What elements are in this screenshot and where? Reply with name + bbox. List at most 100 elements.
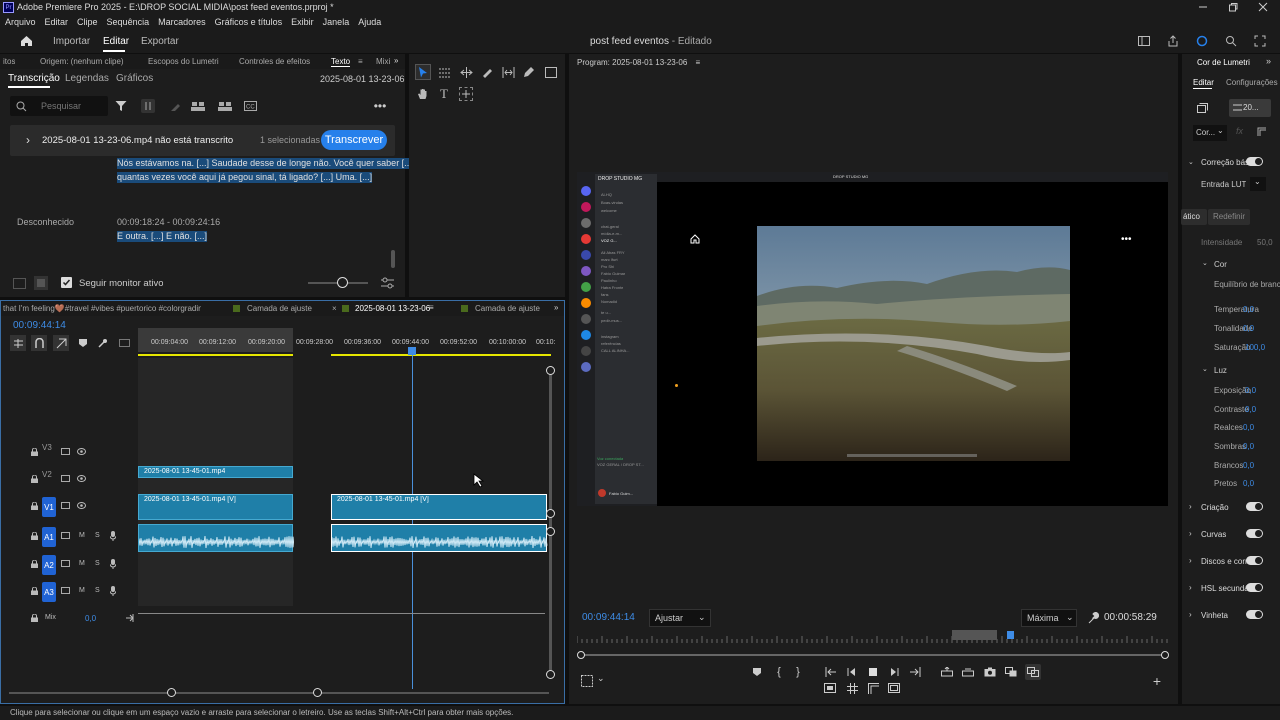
tab-export[interactable]: Exportar: [141, 36, 179, 47]
section-toggle[interactable]: [1246, 529, 1263, 538]
subtab-captions[interactable]: Legendas: [65, 73, 109, 84]
track-target[interactable]: A2: [42, 555, 56, 575]
scroll-handle[interactable]: [546, 509, 555, 518]
sequence-tab[interactable]: Camada de ajuste: [475, 304, 540, 313]
microphone-icon[interactable]: [110, 586, 116, 596]
whites-value[interactable]: 0,0: [1243, 461, 1254, 470]
section-toggle[interactable]: [1246, 556, 1263, 565]
search-input[interactable]: Pesquisar: [41, 101, 81, 111]
lumetri-title[interactable]: Cor de Lumetri: [1197, 58, 1250, 67]
wrench-icon[interactable]: [1086, 611, 1100, 625]
camera-icon[interactable]: [983, 665, 997, 679]
tab-import[interactable]: Importar: [53, 36, 90, 47]
tab-mixer[interactable]: Mixi: [376, 57, 390, 66]
horizontal-scrollbar[interactable]: [9, 692, 549, 694]
chevron-right-icon[interactable]: ›: [1189, 529, 1192, 538]
add-marker-icon[interactable]: [750, 665, 764, 679]
auto-button[interactable]: ático: [1181, 209, 1207, 225]
captions-icon[interactable]: [118, 337, 130, 349]
clip-v1[interactable]: 2025-08-01 13-45-01.mp4 [V]: [138, 494, 293, 520]
reset-button[interactable]: Redefinir: [1208, 209, 1250, 225]
slip-icon[interactable]: [501, 65, 515, 79]
contrast-value[interactable]: 0,0: [1245, 405, 1256, 414]
mute-button[interactable]: M: [79, 587, 85, 594]
scroll-handle[interactable]: [546, 527, 555, 536]
zoom-scrollbar[interactable]: [581, 654, 1166, 656]
solo-button[interactable]: S: [95, 560, 100, 567]
export-frame-icon[interactable]: [580, 674, 594, 688]
quality-dropdown[interactable]: Máxima ⌄: [1021, 609, 1077, 627]
tab-lumetri-scopes[interactable]: Escopos do Lumetri: [148, 57, 219, 66]
sequence-tab[interactable]: that I'm feeling🤎#travel #vibes #puertor…: [3, 304, 201, 313]
fullscreen-icon[interactable]: [1225, 35, 1237, 47]
selection-tool-icon[interactable]: [415, 64, 431, 80]
menu-item[interactable]: Exibir: [291, 15, 314, 29]
menu-item[interactable]: Gráficos e títulos: [215, 15, 283, 29]
linked-selection-icon[interactable]: [53, 335, 69, 351]
timeline-timecode[interactable]: 00:09:44:14: [13, 320, 66, 331]
sync-lock-icon[interactable]: [61, 448, 70, 455]
reset-icon[interactable]: [1256, 126, 1268, 138]
tab-text[interactable]: Texto: [331, 57, 351, 67]
lumetri-section-label[interactable]: Criação: [1201, 503, 1229, 512]
mark-out-icon[interactable]: }: [791, 665, 805, 679]
track-target[interactable]: V3: [42, 443, 52, 452]
temperature-value[interactable]: 0,0: [1243, 305, 1254, 314]
fullscreen-view-icon[interactable]: [887, 681, 901, 695]
mute-button[interactable]: M: [79, 532, 85, 539]
chevron-right-icon[interactable]: »: [394, 56, 398, 65]
split-icon[interactable]: [141, 99, 155, 113]
type-tool-icon[interactable]: T: [437, 86, 451, 101]
chevron-right-icon[interactable]: ›: [26, 133, 30, 147]
scroll-handle[interactable]: [167, 688, 176, 697]
pen-tool-icon[interactable]: [522, 65, 536, 79]
lumetri-section-label[interactable]: Vinheta: [1201, 611, 1228, 620]
menu-item[interactable]: Marcadores: [158, 15, 206, 29]
multicam-icon[interactable]: [1025, 664, 1041, 680]
razor-icon[interactable]: [480, 65, 494, 79]
transcribe-button[interactable]: Transcrever: [321, 130, 387, 150]
lumetri-section-label[interactable]: HSL secundár: [1201, 584, 1251, 593]
video-frame[interactable]: DROP STUDIO MG Al-HQ Boas-vindas welcome ch…: [577, 172, 1168, 506]
lock-icon[interactable]: [31, 448, 38, 456]
panel-menu-icon[interactable]: ≡: [358, 57, 363, 66]
clip-v2[interactable]: 2025-08-01 13-45-01.mp4: [138, 466, 293, 478]
clip-dropdown[interactable]: 20...: [1229, 99, 1271, 117]
transcript-line[interactable]: Nós estávamos na. [...] Saudade desse de…: [117, 158, 415, 169]
clip-a1[interactable]: [331, 524, 548, 552]
compare-icon[interactable]: [1004, 665, 1018, 679]
stop-icon[interactable]: [866, 665, 880, 679]
mark-in-icon[interactable]: {: [772, 665, 786, 679]
track-target[interactable]: A1: [42, 527, 56, 547]
track-target[interactable]: V1: [42, 497, 56, 517]
add-marker-icon[interactable]: [77, 337, 89, 349]
clip-v1[interactable]: 2025-08-01 13-45-01.mp4 [V]: [331, 494, 547, 520]
fx-icon[interactable]: fx: [1236, 126, 1243, 136]
subtab-transcript[interactable]: Transcrição: [8, 73, 60, 84]
sync-lock-icon[interactable]: [61, 560, 70, 567]
pen-icon[interactable]: [168, 99, 182, 113]
vertical-scrollbar[interactable]: [549, 366, 552, 676]
layout-icon[interactable]: [12, 276, 26, 290]
chevron-down-icon[interactable]: ⌄: [597, 673, 605, 684]
zoom-slider-handle[interactable]: [337, 277, 348, 288]
chevron-right-icon[interactable]: »: [1266, 56, 1271, 66]
preset-dropdown[interactable]: Cor... ⌄: [1193, 125, 1227, 141]
shadows-value[interactable]: 0,0: [1243, 442, 1254, 451]
step-back-icon[interactable]: [845, 665, 859, 679]
step-forward-icon[interactable]: [887, 665, 901, 679]
tab-edit[interactable]: Editar: [103, 36, 129, 47]
layout-icon[interactable]: [34, 276, 48, 290]
transcript-line[interactable]: quantas vezes você aqui já pegou sinal, …: [117, 172, 373, 183]
progress-icon[interactable]: [1196, 35, 1208, 47]
filter-icon[interactable]: [114, 99, 128, 113]
exposure-value[interactable]: 0,0: [1245, 386, 1256, 395]
nest-icon[interactable]: [10, 335, 26, 351]
minimize-icon[interactable]: [1196, 0, 1210, 14]
sequence-tab-active[interactable]: 2025-08-01 13-23-06: [355, 304, 430, 313]
speaker-label[interactable]: Desconhecido: [17, 217, 74, 227]
intensity-value[interactable]: 50,0: [1257, 238, 1273, 247]
fit-dropdown[interactable]: Ajustar ⌄: [649, 609, 711, 627]
lut-dropdown[interactable]: ⌄: [1250, 177, 1266, 191]
lock-icon[interactable]: [31, 587, 38, 595]
